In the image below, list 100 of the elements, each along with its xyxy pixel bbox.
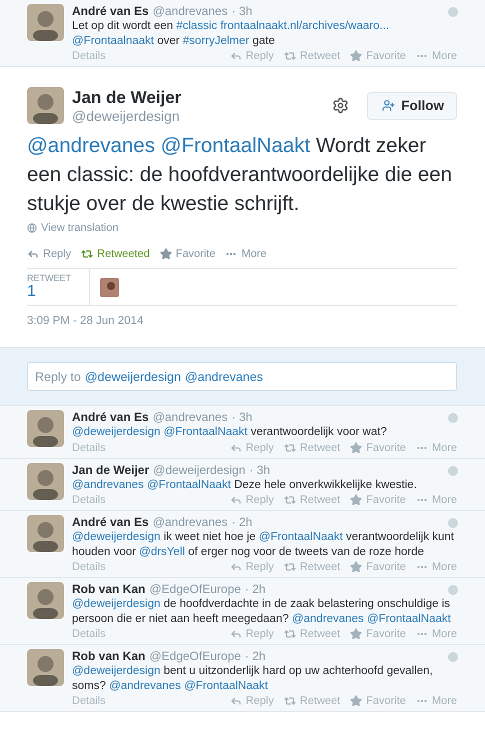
tweet-time[interactable]: · 2h (244, 649, 266, 664)
follow-button[interactable]: Follow (367, 92, 457, 120)
mention-link[interactable]: @FrontaalNaakt (258, 531, 343, 543)
more-action[interactable]: More (416, 50, 457, 62)
more-action[interactable]: More (416, 442, 457, 454)
retweet-action[interactable]: Retweet (284, 50, 340, 62)
user-name[interactable]: André van Es (72, 410, 149, 425)
retweet-action[interactable]: Retweet (284, 628, 340, 640)
reply-field[interactable]: Reply to @deweijerdesign @andrevanes (27, 362, 457, 391)
mention-link[interactable]: @deweijerdesign (72, 531, 160, 543)
retweet-count[interactable]: 1 (27, 283, 89, 301)
avatar (27, 4, 64, 41)
circle-icon[interactable] (448, 413, 458, 423)
view-translation-link[interactable]: View translation (27, 222, 118, 234)
retweet-icon (284, 50, 296, 62)
mention-link[interactable]: @FrontaalNaakt (160, 134, 310, 157)
star-icon (350, 50, 362, 62)
star-icon (160, 248, 172, 260)
favorite-action[interactable]: Favorite (350, 695, 406, 707)
mention-link[interactable]: @FrontaalNaakt (146, 478, 231, 490)
tweet-text: @deweijerdesign ik weet niet hoe je @FrontaalNaakt verantwoordelijk kunt houden voor @drsYell of erger nog voor de tweets van de roze horde (72, 530, 455, 559)
user-handle: @andrevanes (152, 410, 228, 425)
user-name[interactable]: Rob van Kan (72, 582, 146, 597)
favorite-action[interactable]: Favorite (350, 442, 406, 454)
retweet-action[interactable]: Retweet (284, 695, 340, 707)
favorite-action[interactable]: Favorite (350, 50, 406, 62)
circle-icon[interactable] (448, 518, 458, 528)
reply-icon (230, 695, 242, 707)
favorite-action[interactable]: Favorite (350, 494, 406, 506)
mention-link[interactable]: #classic (176, 20, 218, 32)
star-icon (350, 628, 362, 640)
circle-icon[interactable] (448, 652, 458, 662)
reply-action[interactable]: Reply (230, 695, 274, 707)
retweet-action[interactable]: Retweet (284, 442, 340, 454)
circle-icon[interactable] (448, 466, 458, 476)
details-link[interactable]: Details (72, 695, 106, 707)
tweet-time[interactable]: · 2h (244, 582, 266, 597)
favorite-action[interactable]: Favorite (160, 248, 216, 260)
mention-link[interactable]: @FrontaalNaakt (184, 680, 268, 692)
retweet-action[interactable]: Retweeted (81, 248, 150, 260)
retweet-icon (284, 494, 296, 506)
settings-icon[interactable] (332, 97, 350, 114)
retweet-icon (284, 561, 296, 573)
user-name[interactable]: André van Es (72, 515, 149, 530)
user-handle: @EdgeOfEurope (149, 582, 241, 597)
user-name[interactable]: André van Es (72, 4, 149, 19)
mention-link[interactable]: @andrevanes (292, 612, 364, 624)
reply-action[interactable]: Reply (230, 561, 274, 573)
mention-link[interactable]: @andrevanes (72, 478, 144, 490)
reply-icon (230, 494, 242, 506)
avatar (27, 462, 64, 500)
mention-link[interactable]: @deweijerdesign (72, 426, 160, 438)
tweet-time[interactable]: · 3h (249, 462, 270, 478)
tweet-time[interactable]: · 3h (232, 4, 252, 19)
more-action[interactable]: More (416, 561, 457, 573)
reply-icon (230, 50, 242, 62)
mention-link[interactable]: @Frontaalnaakt (72, 34, 154, 46)
mention-link[interactable]: @deweijerdesign (72, 598, 160, 610)
favorite-action[interactable]: Favorite (350, 628, 406, 640)
retweet-icon (284, 442, 296, 454)
circle-icon[interactable] (448, 7, 458, 17)
avatar[interactable] (100, 278, 119, 297)
tweet-time[interactable]: · 3h (232, 410, 252, 425)
mention-link[interactable]: frontaalnaakt.nl/archives/waaro... (220, 20, 390, 32)
reply-action[interactable]: Reply (230, 628, 274, 640)
reply-action[interactable]: Reply (27, 248, 72, 260)
favorite-action[interactable]: Favorite (350, 561, 406, 573)
more-action[interactable]: More (416, 628, 457, 640)
mention-link[interactable]: @deweijerdesign (72, 665, 160, 677)
reply-action[interactable]: Reply (230, 442, 274, 454)
mention-link[interactable]: @FrontaalNaakt (164, 426, 248, 438)
details-link[interactable]: Details (72, 561, 106, 573)
more-action[interactable]: More (225, 248, 267, 260)
details-link[interactable]: Details (72, 628, 106, 640)
mention-link[interactable]: @drsYell (139, 546, 185, 558)
reply-icon (27, 248, 39, 260)
reply-action[interactable]: Reply (230, 50, 274, 62)
more-action[interactable]: More (416, 494, 457, 506)
reply-action[interactable]: Reply (230, 494, 274, 506)
circle-icon[interactable] (448, 585, 458, 595)
mention-link[interactable]: @andrevanes (109, 680, 181, 692)
mention-link[interactable]: #sorryJelmer (182, 34, 250, 46)
tweet-date: 3:09 PM - 28 Jun 2014 (27, 314, 144, 329)
mention-link[interactable]: @FrontaalNaakt (366, 612, 451, 624)
globe-icon (27, 223, 37, 233)
tweet-text: @deweijerdesign bent u uitzonderlijk hard op uw achterhoofd gevallen, soms? @andrevanes @FrontaalNaakt (72, 664, 434, 693)
more-action[interactable]: More (416, 695, 457, 707)
tweet-time[interactable]: · 2h (232, 515, 252, 530)
details-link[interactable]: Details (72, 442, 106, 454)
user-name[interactable]: Jan de Weijer (72, 87, 324, 108)
user-name[interactable]: Rob van Kan (72, 649, 146, 664)
details-link[interactable]: Details (72, 494, 106, 506)
mention-link[interactable]: @andrevanes (27, 134, 155, 157)
user-name[interactable]: Jan de Weijer (72, 462, 150, 478)
user-handle: @EdgeOfEurope (149, 649, 241, 664)
retweet-action[interactable]: Retweet (284, 494, 340, 506)
details-link[interactable]: Details (72, 50, 106, 62)
retweet-action[interactable]: Retweet (284, 561, 340, 573)
user-handle: @andrevanes (152, 4, 228, 19)
tweet-text: @deweijerdesign de hoofdverdachte in de zaak belastering onschuldige is persoon die er niet aan heeft meegedaan? @andrevanes @FrontaalNaakt (72, 597, 452, 626)
